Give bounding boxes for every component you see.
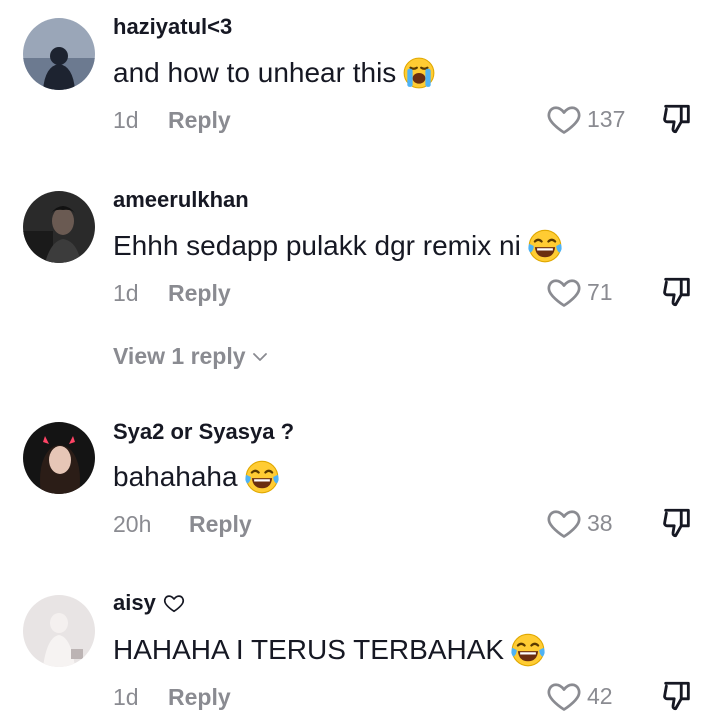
like-count: 71 (587, 278, 613, 305)
comment-time: 1d (113, 684, 139, 710)
chevron-down-icon (252, 352, 267, 361)
avatar[interactable] (23, 422, 95, 494)
avatar-image (23, 18, 95, 90)
heart-outline-icon (163, 595, 184, 613)
heart-icon (545, 274, 583, 310)
like-count: 42 (587, 682, 613, 709)
avatar-image (23, 595, 95, 667)
comment-text-content: and how to unhear this (113, 57, 397, 88)
view-replies-button[interactable]: View 1 reply (113, 343, 268, 370)
dislike-icon[interactable] (660, 506, 694, 540)
reply-button[interactable]: Reply (168, 684, 231, 711)
comment-time: 20h (113, 511, 152, 537)
dislike-icon[interactable] (660, 102, 694, 136)
like-button[interactable]: 42 (545, 678, 613, 714)
avatar[interactable] (23, 191, 95, 263)
heart-icon (545, 678, 583, 714)
comment-username[interactable]: haziyatul<3 (113, 14, 232, 40)
face-with-tears-of-joy-icon (510, 632, 546, 668)
reply-button[interactable]: Reply (168, 280, 231, 307)
comment-text-content: HAHAHA I TERUS TERBAHAK (113, 634, 505, 665)
like-button[interactable]: 38 (545, 505, 613, 541)
heart-icon (545, 101, 583, 137)
avatar-image (23, 422, 95, 494)
reply-button[interactable]: Reply (168, 107, 231, 134)
like-button[interactable]: 71 (545, 274, 613, 310)
comment-username[interactable]: ameerulkhan (113, 187, 249, 213)
like-count: 137 (587, 105, 626, 132)
comment-text-content: Ehhh sedapp pulakk dgr remix ni (113, 230, 521, 261)
face-with-tears-of-joy-icon (527, 228, 563, 264)
face-with-tears-of-joy-icon (244, 459, 280, 495)
comment-username[interactable]: Sya2 or Syasya ? (113, 419, 294, 445)
view-replies-label: View 1 reply (113, 343, 246, 369)
like-button[interactable]: 137 (545, 101, 625, 137)
dislike-icon[interactable] (660, 275, 694, 309)
heart-icon (545, 505, 583, 541)
comment-time: 1d (113, 107, 139, 133)
avatar[interactable] (23, 595, 95, 667)
comment-time: 1d (113, 280, 139, 306)
loudly-crying-face-icon (402, 56, 436, 90)
reply-button[interactable]: Reply (189, 511, 252, 538)
like-count: 38 (587, 509, 613, 536)
avatar-image (23, 191, 95, 263)
comment-text: and how to unhear this (113, 56, 436, 90)
avatar[interactable] (23, 18, 95, 90)
comment-username-text: aisy (113, 590, 156, 615)
comment-text: bahahaha (113, 459, 280, 495)
comment-text: HAHAHA I TERUS TERBAHAK (113, 632, 546, 668)
comment-text: Ehhh sedapp pulakk dgr remix ni (113, 228, 563, 264)
dislike-icon[interactable] (660, 679, 694, 713)
comment-username[interactable]: aisy (113, 590, 186, 616)
comment-text-content: bahahaha (113, 461, 238, 492)
